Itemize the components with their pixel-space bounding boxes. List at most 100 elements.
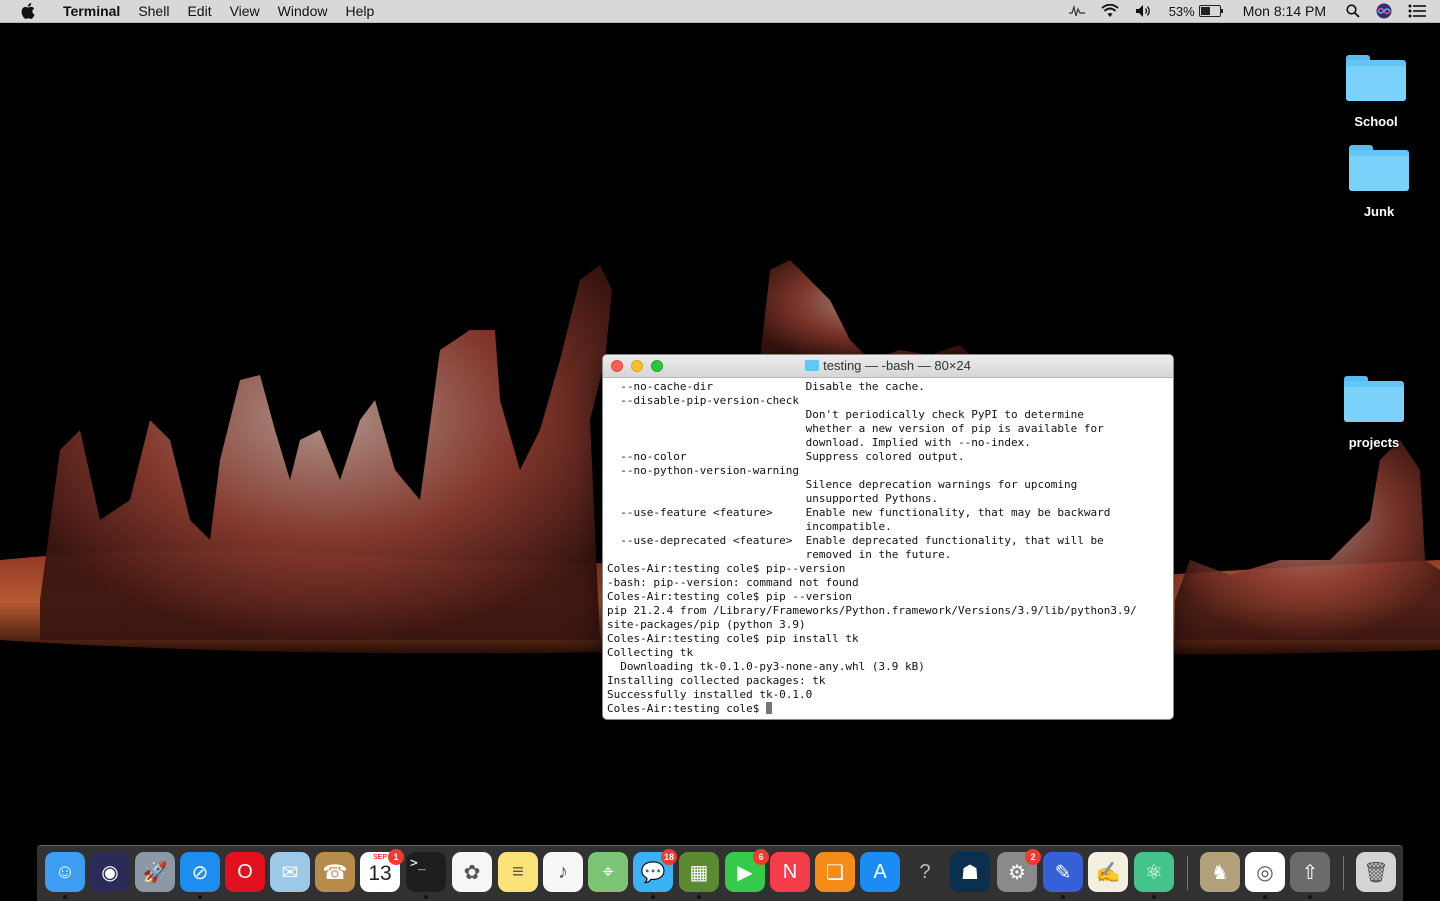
menu-window[interactable]: Window (269, 0, 337, 22)
desktop-folder-label: Junk (1363, 204, 1395, 219)
chrome-icon[interactable]: ◎ (1245, 852, 1285, 892)
running-indicator (63, 895, 67, 899)
dock-badge: 6 (753, 849, 769, 865)
terminal-line: whether a new version of pip is availabl… (607, 422, 1104, 435)
spotlight-search-icon[interactable] (1346, 4, 1360, 18)
facetime-icon[interactable]: ▶ 6 (725, 849, 769, 892)
terminal-line: --use-deprecated <feature> Enable deprec… (607, 534, 1104, 547)
trash-icon[interactable]: 🗑 (1356, 852, 1396, 892)
desktop-folder-junk[interactable]: Junk (1334, 145, 1424, 219)
safari-icon[interactable]: ⊘ (180, 852, 220, 892)
terminal-prompt-line: Coles-Air:testing cole$ (607, 702, 1169, 716)
app-store-icon[interactable]: A (860, 852, 900, 892)
safari-glyph: ⊘ (191, 861, 209, 884)
terminal-glyph: >_ (410, 856, 426, 871)
notes-icon[interactable]: ≡ (498, 852, 538, 892)
menu-edit[interactable]: Edit (178, 0, 220, 22)
photos-glyph: ✿ (463, 861, 481, 884)
terminal-line: Coles-Air:testing cole$ pip install tk (607, 632, 859, 645)
opera-icon[interactable]: O (225, 852, 265, 892)
rocket-icon[interactable]: ⇧ (1290, 852, 1330, 892)
terminal-line: --disable-pip-version-check (607, 394, 800, 407)
menu-help[interactable]: Help (336, 0, 383, 22)
messages-icon[interactable]: 💬 18 (633, 849, 677, 892)
terminal-output[interactable]: --no-cache-dir Disable the cache. --disa… (603, 378, 1173, 718)
terminal-line: Downloading tk-0.1.0-py3-none-any.whl (3… (607, 660, 925, 673)
siri-icon[interactable]: ◉ (90, 852, 130, 892)
maps-glyph: ⌖ (602, 860, 614, 883)
books-icon[interactable]: ❏ (815, 852, 855, 892)
menu-shell[interactable]: Shell (129, 0, 178, 22)
chess-glyph: ♞ (1211, 861, 1229, 884)
text-cursor (765, 702, 772, 714)
wifi-icon[interactable] (1101, 4, 1119, 18)
terminal-line: unsupported Pythons. (607, 492, 939, 505)
kindle-icon[interactable]: ☗ (950, 852, 990, 892)
help-icon[interactable]: ? (905, 852, 945, 892)
terminal-icon[interactable]: >_ (406, 852, 446, 892)
terminal-line: --use-feature <feature> Enable new funct… (607, 506, 1111, 519)
running-indicator (198, 895, 202, 899)
folder-icon (1344, 376, 1404, 422)
launchpad-icon[interactable]: 🚀 (135, 852, 175, 892)
terminal-line: --no-cache-dir Disable the cache. (607, 380, 925, 393)
running-indicator (1308, 895, 1312, 899)
menu-bar: Terminal Shell Edit View Window Help 53%… (0, 0, 1440, 23)
photos-icon[interactable]: ✿ (452, 852, 492, 892)
terminal-line: site-packages/pip (python 3.9) (607, 618, 806, 631)
script-editor-icon[interactable]: ✎ (1043, 852, 1083, 892)
folder-icon (1346, 55, 1406, 101)
news-glyph: N (782, 860, 798, 883)
books-glyph: ❏ (826, 861, 844, 884)
desktop-folder-projects[interactable]: projects (1329, 376, 1419, 450)
opera-glyph: O (237, 860, 253, 883)
window-title-text: testing — -bash — 80×24 (823, 358, 971, 373)
news-icon[interactable]: N (770, 852, 810, 892)
menu-view[interactable]: View (221, 0, 269, 22)
battery-status[interactable]: 53% (1169, 4, 1223, 19)
desktop-folder-label: projects (1348, 435, 1400, 450)
music-icon[interactable]: ♪ (543, 852, 583, 892)
chrome-glyph: ◎ (1256, 861, 1274, 884)
terminal-line: Successfully installed tk-0.1.0 (607, 688, 813, 701)
dock-separator (1343, 856, 1344, 890)
minecraft-icon[interactable]: ▦ (679, 852, 719, 892)
minecraft-glyph: ▦ (689, 861, 709, 884)
siri-icon[interactable] (1376, 3, 1392, 19)
apple-logo-icon[interactable] (18, 0, 38, 22)
textedit-glyph: ✍ (1095, 861, 1121, 884)
trash-glyph: 🗑 (1363, 861, 1389, 884)
notification-center-icon[interactable] (1408, 4, 1426, 18)
menu-clock[interactable]: Mon 8:14 PM (1243, 3, 1326, 19)
system-preferences-icon[interactable]: ⚙ 2 (997, 849, 1041, 892)
terminal-line: removed in the future. (607, 548, 952, 561)
dock-badge: 18 (661, 849, 677, 865)
contacts-icon[interactable]: ☎ (315, 852, 355, 892)
activity-monitor-icon[interactable] (1068, 5, 1085, 17)
terminal-line: Don't periodically check PyPI to determi… (607, 408, 1084, 421)
running-indicator (1061, 895, 1065, 899)
mail-icon[interactable]: ✉ (270, 852, 310, 892)
menu-app-name[interactable]: Terminal (54, 0, 129, 22)
dock-badge: 1 (388, 849, 404, 865)
desktop-folder-school[interactable]: School (1331, 55, 1421, 129)
terminal-titlebar[interactable]: testing — -bash — 80×24 (603, 355, 1173, 378)
kindle-glyph: ☗ (961, 861, 979, 884)
terminal-line: Collecting tk (607, 646, 694, 659)
notes-glyph: ≡ (512, 860, 524, 883)
terminal-window[interactable]: testing — -bash — 80×24 --no-cache-dir D… (602, 354, 1174, 720)
maps-icon[interactable]: ⌖ (588, 852, 628, 892)
terminal-line: download. Implied with --no-index. (607, 436, 1031, 449)
volume-icon[interactable] (1135, 4, 1153, 18)
calendar-icon[interactable]: SEP 13 1 (360, 849, 404, 892)
terminal-line: pip 21.2.4 from /Library/Frameworks/Pyth… (607, 604, 1137, 617)
finder-icon[interactable]: ☺ (45, 852, 85, 892)
mail-glyph: ✉ (281, 861, 299, 884)
dock-badge: 2 (1025, 849, 1041, 865)
folder-icon (1349, 145, 1409, 191)
textedit-icon[interactable]: ✍ (1088, 852, 1128, 892)
atom-icon[interactable]: ⚛ (1134, 852, 1174, 892)
siri-glyph: ◉ (101, 861, 119, 884)
help-glyph: ? (919, 860, 931, 883)
chess-icon[interactable]: ♞ (1200, 852, 1240, 892)
